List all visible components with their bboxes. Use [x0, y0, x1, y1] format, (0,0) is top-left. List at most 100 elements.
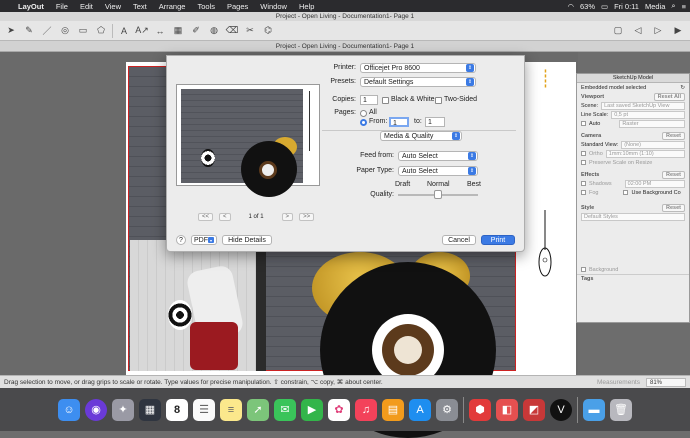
two-sided-checkbox[interactable] [435, 97, 442, 104]
last-page-button[interactable]: >> [299, 213, 315, 221]
split-icon[interactable]: ✂ [243, 24, 257, 38]
appstore-icon[interactable]: A [409, 398, 431, 421]
style-section[interactable]: Style [581, 205, 594, 211]
render-mode-select[interactable]: Raster [619, 119, 685, 128]
presentation-icon[interactable]: ▶ [671, 24, 685, 38]
scene-select[interactable]: Last saved SketchUp View [601, 101, 685, 110]
finder-icon[interactable]: ☺ [58, 398, 80, 421]
line-scale-field[interactable]: 0,5 pt [611, 110, 685, 119]
fog-checkbox[interactable] [581, 190, 586, 195]
menu-list-icon[interactable]: ≡ [682, 2, 686, 11]
help-button[interactable]: ? [176, 235, 186, 245]
sample-icon[interactable]: ✐ [189, 24, 203, 38]
standard-view-select[interactable]: (None) [621, 140, 685, 149]
menu-window[interactable]: Window [254, 2, 293, 11]
notes-icon[interactable]: ≡ [220, 398, 242, 421]
effects-reset-button[interactable]: Reset [662, 170, 685, 179]
books-icon[interactable]: ▤ [382, 398, 404, 421]
scale-select[interactable]: 1mm:10mm (1:10) [605, 149, 685, 158]
effects-section[interactable]: Effects [581, 172, 599, 178]
label-icon[interactable]: A↗ [135, 24, 149, 38]
to-field[interactable]: 1 [425, 117, 445, 127]
arrow-icon[interactable]: ➤ [4, 24, 18, 38]
auto-checkbox[interactable] [581, 121, 586, 126]
all-pages-radio[interactable] [360, 110, 367, 117]
pencil-icon[interactable]: ✎ [22, 24, 36, 38]
menu-file[interactable]: File [50, 2, 74, 11]
ortho-checkbox[interactable] [581, 151, 586, 156]
clock[interactable]: Fri 0:11 [614, 2, 639, 11]
battery-percent[interactable]: 63% [580, 2, 595, 11]
previous-page-button[interactable]: < [219, 213, 231, 221]
reminders-icon[interactable]: ☰ [193, 398, 215, 421]
viewport-section[interactable]: Viewport [581, 94, 604, 100]
table-icon[interactable]: ▦ [171, 24, 185, 38]
cancel-button[interactable]: Cancel [442, 235, 476, 245]
use-background-checkbox[interactable] [623, 190, 629, 195]
rectangle-icon[interactable]: ▭ [76, 24, 90, 38]
shadows-time-field[interactable]: 02:00 PM [624, 179, 685, 188]
first-page-button[interactable]: << [198, 213, 214, 221]
pdf-button[interactable]: PDF ▾ [191, 235, 217, 245]
styles-icon[interactable]: ◩ [523, 398, 545, 421]
messages-icon[interactable]: ✉ [274, 398, 296, 421]
dimension-icon[interactable]: ↔ [153, 24, 167, 38]
paper-type-select[interactable]: Auto Select ⇕ [398, 166, 478, 176]
hide-details-button[interactable]: Hide Details [222, 235, 272, 245]
menu-pages[interactable]: Pages [221, 2, 254, 11]
wifi-icon[interactable]: ◠ [567, 2, 574, 11]
vectorworks-icon[interactable]: V [550, 398, 572, 421]
preserve-scale-checkbox[interactable] [581, 160, 586, 165]
preferences-icon[interactable]: ⚙ [436, 398, 458, 421]
mission-control-icon[interactable]: ▦ [139, 398, 161, 421]
menu-view[interactable]: View [99, 2, 127, 11]
menu-text[interactable]: Text [127, 2, 153, 11]
music-icon[interactable]: ♫ [355, 398, 377, 421]
copies-field[interactable]: 1 [360, 95, 378, 105]
menu-help[interactable]: Help [293, 2, 320, 11]
add-page-icon[interactable]: ▢ [611, 24, 625, 38]
menu-arrange[interactable]: Arrange [153, 2, 192, 11]
menu-tools[interactable]: Tools [191, 2, 221, 11]
reset-all-button[interactable]: Reset All [653, 92, 685, 101]
black-white-checkbox[interactable] [382, 97, 389, 104]
refresh-icon[interactable]: ↻ [680, 85, 685, 91]
next-page-button[interactable]: > [281, 213, 294, 221]
maps-icon[interactable]: ➚ [247, 398, 269, 421]
measurements-label[interactable]: Measurements [597, 379, 646, 386]
tags-section[interactable]: Tags [581, 276, 593, 282]
join-icon[interactable]: ⌬ [261, 24, 275, 38]
camera-reset-button[interactable]: Reset [662, 131, 685, 140]
camera-section[interactable]: Camera [581, 133, 601, 139]
feed-select[interactable]: Auto Select ⇕ [398, 151, 478, 161]
layout-icon[interactable]: ◧ [496, 398, 518, 421]
text-icon[interactable]: A [117, 24, 131, 38]
line-icon[interactable]: ／ [40, 24, 54, 38]
photos-icon[interactable]: ✿ [328, 398, 350, 421]
circle-icon[interactable]: ◎ [58, 24, 72, 38]
search-icon[interactable]: ⌕ [671, 1, 675, 11]
presets-select[interactable]: Default Settings ⇕ [360, 77, 476, 87]
calendar-icon[interactable]: 8 [166, 398, 188, 421]
eraser-icon[interactable]: ⌫ [225, 24, 239, 38]
shadows-checkbox[interactable] [581, 181, 586, 186]
page-range-radio[interactable] [360, 119, 367, 126]
user-name[interactable]: Media [645, 2, 665, 11]
style-select[interactable]: Default Styles [581, 212, 685, 221]
print-button[interactable]: Print [481, 235, 515, 245]
background-checkbox[interactable] [581, 267, 586, 272]
from-field[interactable]: 1 [389, 117, 409, 127]
launchpad-icon[interactable]: ✦ [112, 398, 134, 421]
sketchup-icon[interactable]: ⬢ [469, 398, 491, 421]
zoom-select[interactable]: 81% [646, 377, 686, 387]
printer-select[interactable]: Officejet Pro 8600 ⇕ [360, 63, 476, 73]
next-page-icon[interactable]: ▷ [651, 24, 665, 38]
style-reset-button[interactable]: Reset [662, 203, 685, 212]
print-section-select[interactable]: Media & Quality ⇕ [380, 131, 462, 141]
menu-app[interactable]: LayOut [12, 2, 50, 11]
trash-icon[interactable]: 🗑 [610, 398, 632, 421]
facetime-icon[interactable]: ▶ [301, 398, 323, 421]
previous-page-icon[interactable]: ◁ [631, 24, 645, 38]
quality-slider-knob[interactable] [434, 190, 442, 199]
folder-icon[interactable]: ▬ [583, 398, 605, 421]
